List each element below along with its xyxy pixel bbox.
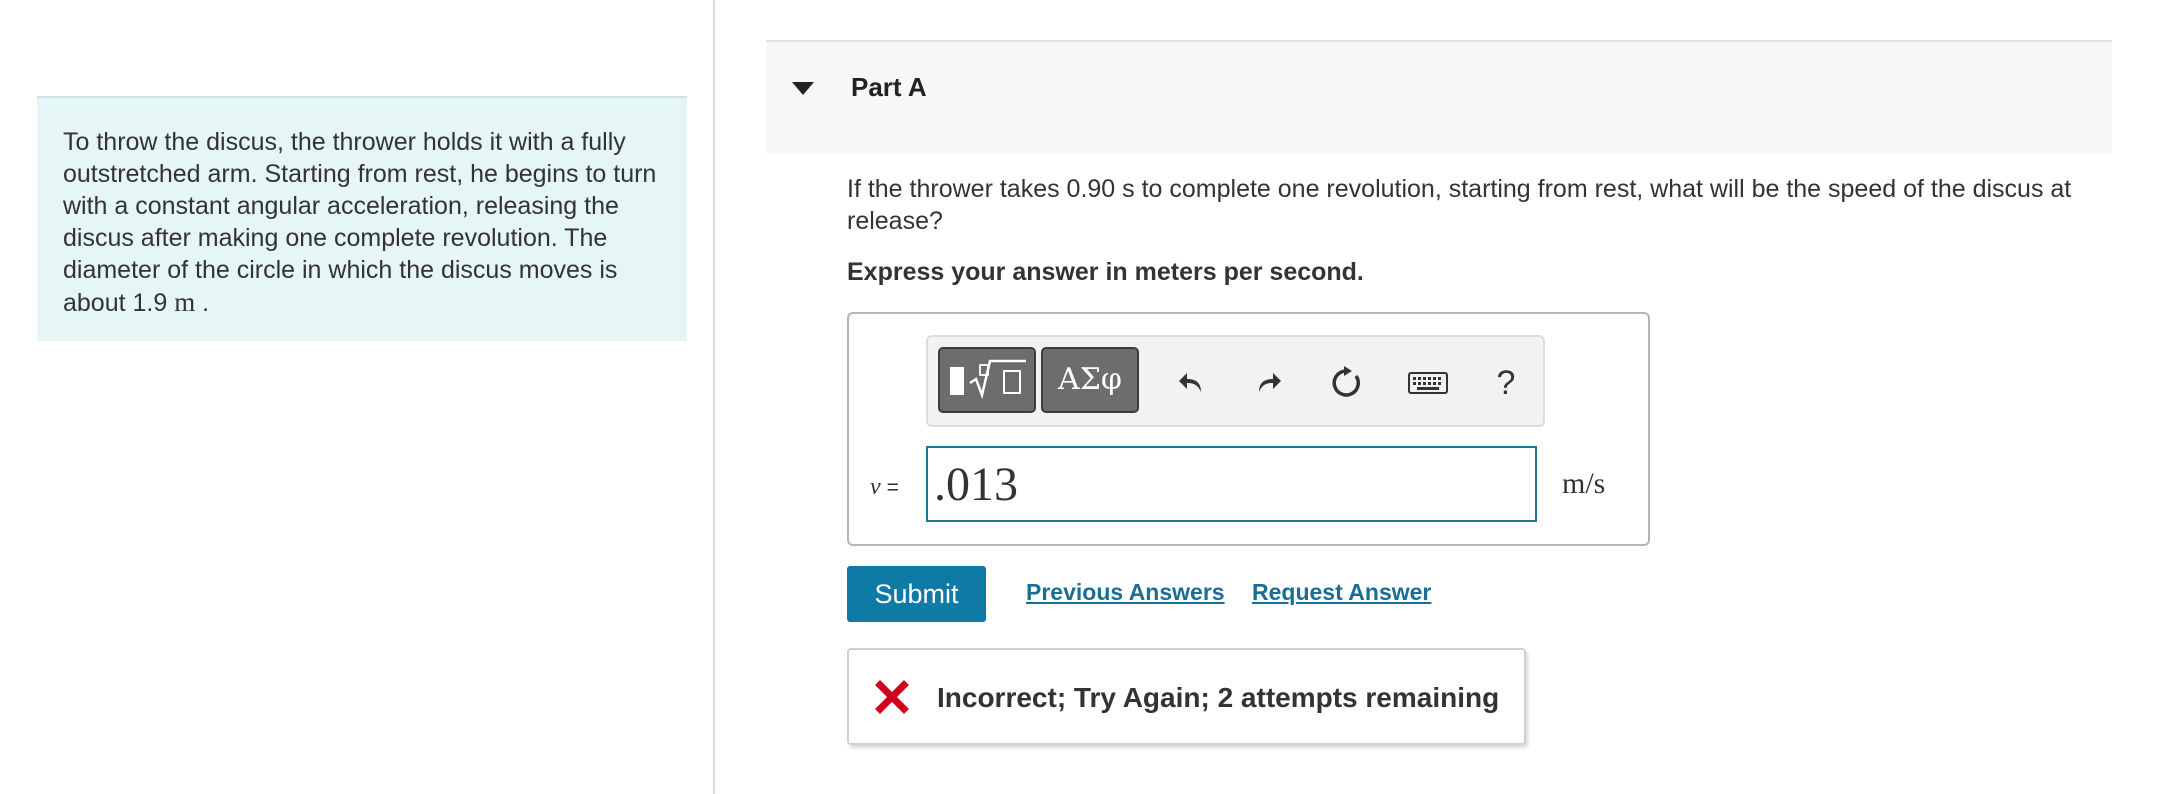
request-answer-link[interactable]: Request Answer — [1252, 579, 1431, 606]
problem-statement: To throw the discus, the thrower holds i… — [37, 96, 687, 341]
math-toolbar: ΑΣφ ? — [926, 335, 1545, 427]
variable-symbol: v — [870, 474, 881, 500]
submit-button[interactable]: Submit — [847, 566, 986, 622]
feedback-text: Incorrect; Try Again; 2 attempts remaini… — [937, 682, 1500, 713]
part-title: Part A — [851, 72, 927, 102]
keyboard-icon[interactable] — [1404, 361, 1452, 405]
column-divider — [713, 0, 715, 794]
undo-icon[interactable] — [1170, 361, 1214, 405]
reset-icon[interactable] — [1324, 361, 1368, 405]
templates-button[interactable] — [938, 347, 1036, 413]
variable-label: v = — [870, 474, 899, 501]
templates-sqrt-icon — [950, 359, 1026, 400]
answer-input[interactable] — [926, 446, 1537, 522]
part-header[interactable]: Part A — [766, 40, 2112, 154]
collapse-caret-icon[interactable] — [792, 82, 814, 95]
redo-icon[interactable] — [1246, 361, 1290, 405]
answer-box: ΑΣφ ? v = m/s — [847, 312, 1650, 546]
greek-symbols-button[interactable]: ΑΣφ — [1041, 347, 1139, 413]
problem-text: To throw the discus, the thrower holds i… — [63, 126, 661, 319]
problem-end: . — [195, 289, 210, 317]
feedback-box: Incorrect; Try Again; 2 attempts remaini… — [847, 648, 1526, 745]
x-mark-icon — [875, 680, 909, 714]
equals-sign: = — [886, 476, 899, 499]
problem-body: To throw the discus, the thrower holds i… — [63, 128, 657, 317]
problem-unit: m — [174, 287, 196, 317]
help-button[interactable]: ? — [1484, 361, 1528, 405]
question-text: If the thrower takes 0.90 s to complete … — [847, 175, 2072, 235]
answer-instruction: Express your answer in meters per second… — [847, 258, 1364, 286]
previous-answers-link[interactable]: Previous Answers — [1026, 579, 1225, 606]
answer-unit: m/s — [1562, 467, 1606, 500]
